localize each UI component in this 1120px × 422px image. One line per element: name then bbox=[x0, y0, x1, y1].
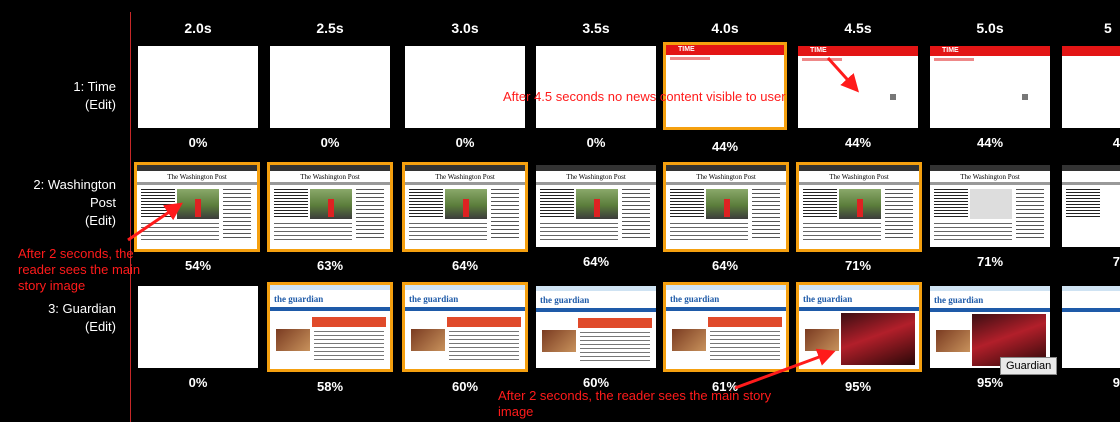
arrow bbox=[734, 348, 836, 390]
arrow bbox=[826, 56, 860, 93]
annotation-arrows bbox=[127, 56, 860, 390]
arrow bbox=[127, 202, 183, 242]
